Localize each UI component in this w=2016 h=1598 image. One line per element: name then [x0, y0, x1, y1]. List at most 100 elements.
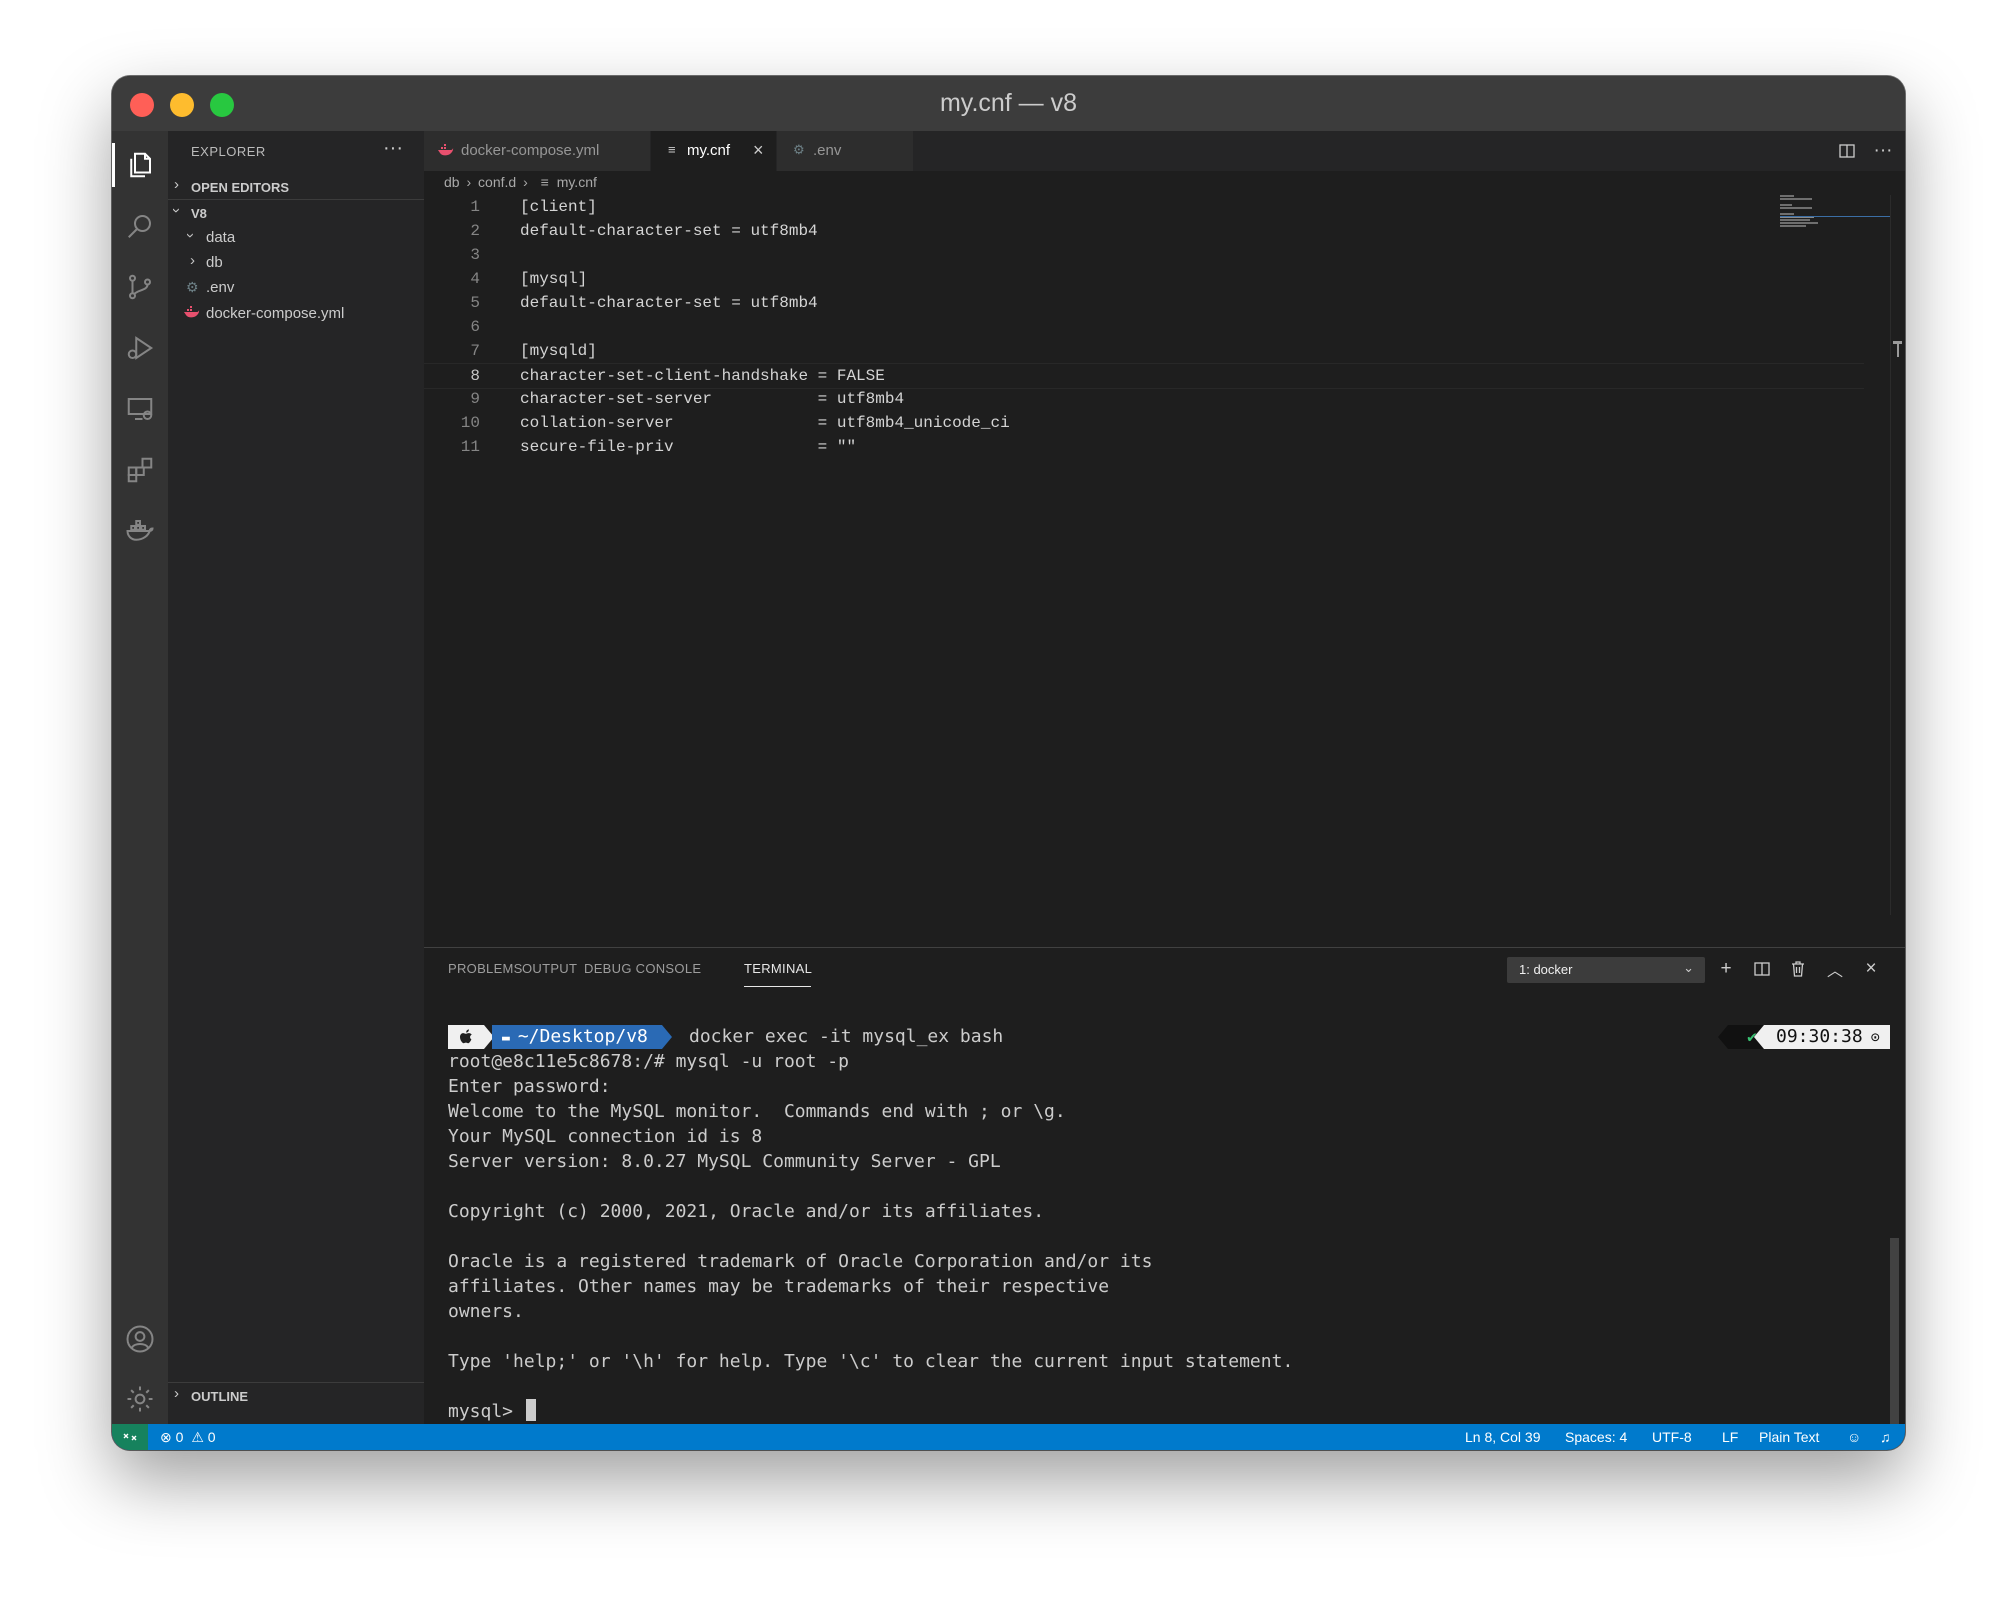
code-line: 2 default-character-set = utf8mb4 [424, 219, 1864, 243]
tab-env[interactable]: ⚙ .env [777, 131, 914, 171]
indentation-status[interactable]: Spaces: 4 [1565, 1429, 1627, 1445]
code-line: 4 [mysql] [424, 267, 1864, 291]
code-line: 11 secure-file-priv = "" [424, 435, 1864, 459]
tab-label: .env [813, 142, 842, 159]
terminal[interactable]: ▬ ~/Desktop/v8 docker exec -it mysql_ex b… [448, 948, 1890, 1425]
tab-docker-compose[interactable]: docker-compose.yml [424, 131, 651, 171]
encoding-status[interactable]: UTF-8 [1652, 1429, 1692, 1445]
editor-more-button[interactable]: ··· [1865, 131, 1901, 171]
chevron-down-icon: › [182, 233, 199, 238]
remote-explorer-activity-button[interactable] [112, 381, 168, 437]
open-editors-label: OPEN EDITORS [191, 180, 290, 195]
window-title: my.cnf — v8 [939, 89, 1078, 117]
remote-explorer-icon [127, 398, 153, 420]
gear-icon: ⚙ [793, 142, 805, 157]
code-line: 9 character-set-server = utf8mb4 [424, 387, 1864, 411]
tree-item-data[interactable]: › data [168, 225, 424, 250]
section-divider [168, 199, 424, 200]
line-text: character-set-client-handshake = FALSE [520, 367, 885, 385]
line-number: 10 [460, 414, 480, 432]
line-text: character-set-server = utf8mb4 [520, 390, 905, 408]
run-debug-activity-button[interactable] [112, 320, 168, 376]
editor-scrollbar[interactable] [1890, 195, 1905, 915]
explorer-header: EXPLORER ··· [168, 131, 424, 171]
terminal-scrollbar[interactable] [1890, 1238, 1899, 1428]
mysql-prompt: mysql> [448, 1401, 524, 1422]
prompt-path: ~/Desktop/v8 [517, 1026, 648, 1047]
extensions-activity-button[interactable] [112, 442, 168, 498]
files-icon [130, 152, 151, 178]
breadcrumb-item[interactable]: db [444, 174, 460, 190]
notifications-button[interactable]: ♫ [1880, 1429, 1891, 1445]
remote-icon [123, 1433, 137, 1441]
terminal-cursor [525, 1399, 536, 1421]
breadcrumb-item[interactable]: my.cnf [557, 174, 597, 190]
editor-area: docker-compose.yml ≡ my.cnf × ⚙ .env ···… [424, 131, 1905, 948]
tree-item-env[interactable]: ⚙ .env [168, 275, 424, 300]
explorer-more-button[interactable]: ··· [383, 137, 403, 160]
extensions-icon [127, 457, 153, 483]
account-icon [126, 1325, 154, 1353]
line-number: 4 [470, 270, 480, 288]
folder-section-v8[interactable]: › V8 [168, 201, 424, 225]
prompt-time-value: 09:30:38 [1776, 1026, 1863, 1047]
explorer-activity-button[interactable] [112, 137, 168, 193]
split-editor-button[interactable] [1829, 131, 1865, 171]
status-bar: ⊗ 0 ⚠ 0 Ln 8, Col 39 Spaces: 4 UTF-8 LF … [112, 1424, 1905, 1450]
line-text: [mysql] [520, 270, 588, 288]
remote-indicator-button[interactable] [112, 1424, 148, 1450]
terminal-output-line: Welcome to the MySQL monitor. Commands e… [448, 1101, 1066, 1122]
tab-label: my.cnf [687, 142, 731, 159]
mysql-prompt-line: mysql> [448, 1399, 536, 1424]
bell-icon: ♫ [1880, 1429, 1891, 1445]
breadcrumb: db › conf.d › ≡ my.cnf [444, 174, 597, 196]
docker-icon [126, 520, 154, 541]
search-activity-button[interactable] [112, 198, 168, 254]
line-number: 7 [470, 342, 480, 360]
tree-item-docker-compose[interactable]: docker-compose.yml [168, 301, 424, 326]
minimap[interactable] [1780, 195, 1890, 235]
terminal-output-line: Oracle is a registered trademark of Orac… [448, 1251, 1153, 1272]
prompt-time: 09:30:38 ⊙ [1764, 1025, 1890, 1049]
source-control-activity-button[interactable] [112, 259, 168, 315]
terminal-output-line: Server version: 8.0.27 MySQL Community S… [448, 1151, 1001, 1172]
editor-tabs: docker-compose.yml ≡ my.cnf × ⚙ .env ··· [424, 131, 1905, 171]
code-line: 3 [424, 243, 1864, 267]
breadcrumb-item[interactable]: conf.d [478, 174, 516, 190]
line-text: [client] [520, 198, 597, 216]
text-file-icon: ≡ [668, 142, 676, 157]
prompt-separator [1718, 1025, 1728, 1049]
title-bar: my.cnf — v8 [112, 76, 1905, 131]
warning-icon: ⚠ [191, 1429, 204, 1445]
chevron-right-icon: › [466, 174, 472, 190]
line-number: 5 [470, 294, 480, 312]
tree-item-db[interactable]: › db [168, 250, 424, 275]
docker-activity-button[interactable] [112, 503, 168, 559]
code-line: 6 [424, 315, 1864, 339]
terminal-output-line: root@e8c11e5c8678:/# mysql -u root -p [448, 1051, 849, 1072]
line-number: 11 [460, 438, 480, 456]
feedback-button[interactable]: ☺ [1847, 1429, 1861, 1445]
settings-gear-icon [127, 1386, 153, 1412]
account-activity-button[interactable] [112, 1311, 168, 1367]
problems-status[interactable]: ⊗ 0 ⚠ 0 [160, 1429, 216, 1446]
close-tab-button[interactable]: × [753, 140, 764, 161]
explorer-title: EXPLORER [191, 144, 266, 159]
tree-item-label: db [206, 254, 223, 271]
language-mode-status[interactable]: Plain Text [1759, 1429, 1819, 1445]
settings-activity-button[interactable] [112, 1371, 168, 1427]
open-editors-section[interactable]: › OPEN EDITORS [168, 175, 424, 199]
code-line-current: 8 character-set-client-handshake = FALSE [424, 363, 1864, 389]
terminal-output-line: Type 'help;' or '\h' for help. Type '\c'… [448, 1351, 1294, 1372]
eol-status[interactable]: LF [1722, 1429, 1738, 1445]
chevron-right-icon: › [190, 252, 195, 269]
tab-my-cnf[interactable]: ≡ my.cnf × [651, 131, 777, 171]
search-icon [128, 215, 151, 238]
line-number: 8 [470, 367, 480, 385]
folder-label: V8 [191, 206, 207, 221]
cursor-position-status[interactable]: Ln 8, Col 39 [1465, 1429, 1541, 1445]
code-line: 1 [client] [424, 195, 1864, 219]
outline-section[interactable]: › OUTLINE [168, 1384, 424, 1408]
error-count: 0 [175, 1429, 184, 1445]
feedback-icon: ☺ [1847, 1429, 1862, 1445]
